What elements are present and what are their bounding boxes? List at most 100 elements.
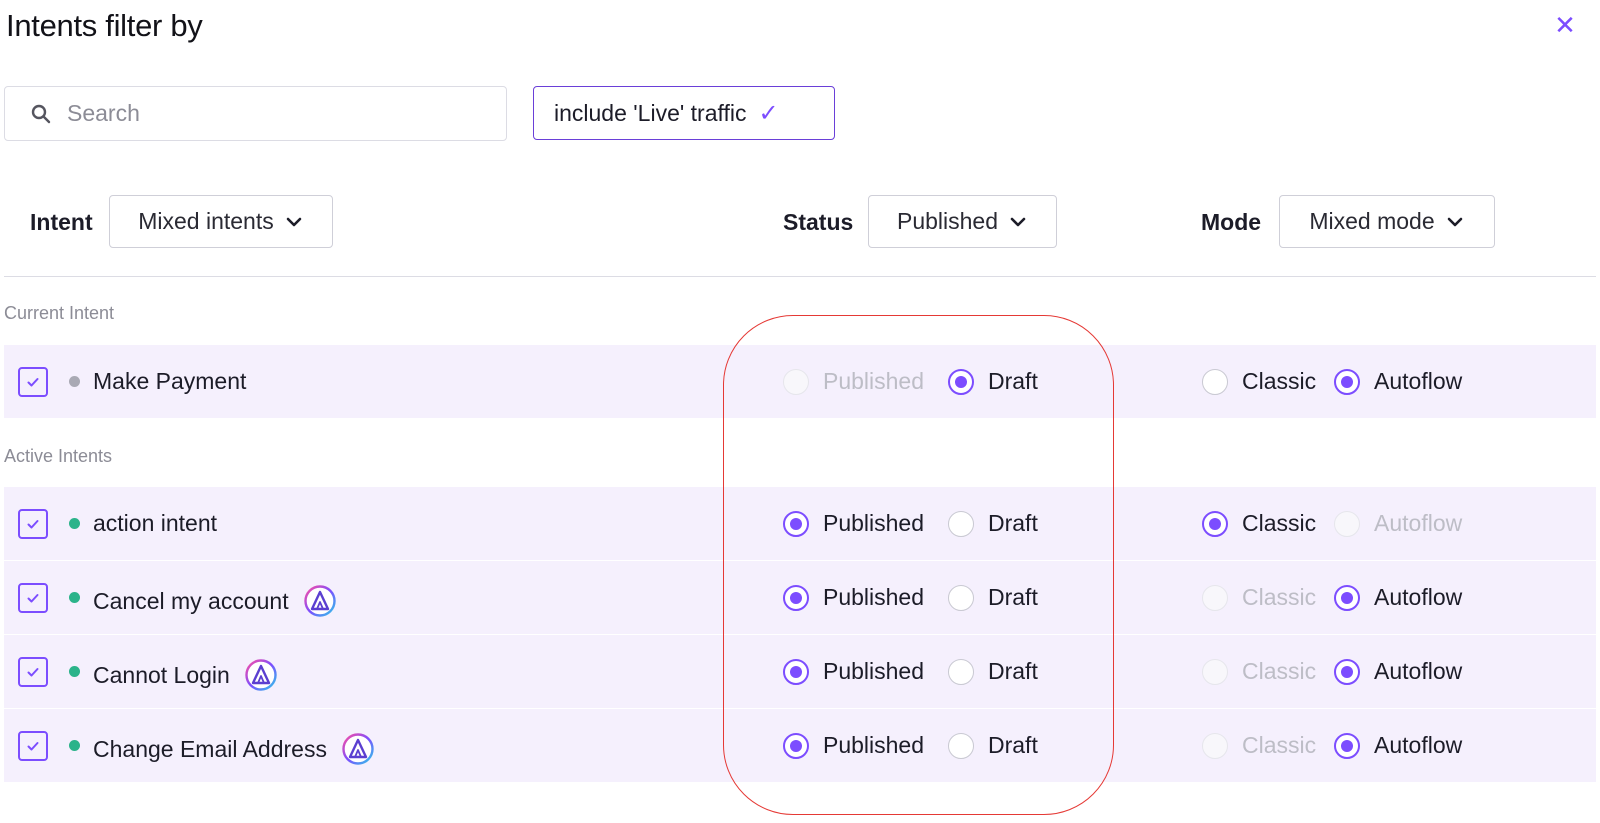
intent-name-wrap: Change Email Address (93, 732, 375, 766)
mode-option-label: Classic (1242, 658, 1317, 684)
mode-option-label: Classic (1242, 584, 1317, 610)
radio-circle (1202, 368, 1228, 395)
autoflow-icon (245, 659, 277, 691)
status-radio-draft[interactable]: Draft (948, 368, 1038, 395)
radio-circle (783, 368, 809, 395)
status-option-label: Draft (988, 584, 1038, 610)
mode-option-label: Autoflow (1374, 368, 1463, 394)
status-dot (69, 376, 80, 387)
radio-circle (1334, 584, 1360, 611)
status-option-label: Published (823, 584, 925, 610)
search-field[interactable] (4, 86, 507, 141)
radio-circle (948, 658, 974, 685)
intent-row: Cannot Login Published Draft Classic Aut… (4, 635, 1596, 708)
mode-radio-autoflow[interactable]: Autoflow (1334, 658, 1462, 685)
page-title: Intents filter by (6, 8, 203, 43)
mode-option-label: Classic (1242, 732, 1317, 758)
section-current-intent: Current Intent (4, 303, 115, 323)
status-filter-dropdown[interactable]: Published (868, 195, 1057, 248)
intent-row: action intent Published Draft Classic Au… (4, 487, 1596, 560)
status-radio-draft[interactable]: Draft (948, 658, 1038, 685)
status-filter-label: Status (783, 209, 854, 235)
search-input[interactable] (67, 100, 487, 127)
radio-circle (783, 732, 809, 759)
status-radio-published[interactable]: Published (783, 510, 924, 537)
intent-name-wrap: Make Payment (93, 368, 246, 395)
intent-checkbox[interactable] (18, 657, 48, 687)
radio-circle (783, 584, 809, 611)
mode-radio-classic: Classic (1202, 584, 1316, 611)
intent-checkbox[interactable] (18, 731, 48, 761)
mode-option-label: Classic (1242, 510, 1317, 536)
intent-name: Cancel my account (93, 587, 289, 614)
section-active-intents: Active Intents (4, 446, 113, 466)
mode-radio-classic: Classic (1202, 658, 1316, 685)
status-dot (69, 666, 80, 677)
status-radio-published[interactable]: Published (783, 658, 924, 685)
mode-radio-classic: Classic (1202, 732, 1316, 759)
check-icon (27, 378, 39, 387)
intent-name-wrap: action intent (93, 510, 217, 537)
status-radio-draft[interactable]: Draft (948, 584, 1038, 611)
mode-radio-autoflow[interactable]: Autoflow (1334, 732, 1462, 759)
mode-option-label: Autoflow (1374, 584, 1463, 610)
autoflow-icon (303, 585, 336, 617)
status-option-label: Draft (988, 368, 1038, 394)
intent-checkbox[interactable] (18, 583, 48, 613)
status-dot (69, 592, 80, 603)
autoflow-icon (342, 733, 374, 765)
filter-divider (4, 276, 1596, 277)
intent-name: Make Payment (93, 368, 247, 394)
radio-circle (783, 510, 809, 537)
status-filter-value: Published (896, 208, 999, 234)
checkmark-icon: ✓ (758, 99, 779, 127)
intent-name-wrap: Cancel my account (93, 584, 337, 618)
intent-row: Make Payment Published Draft Classic Aut… (4, 345, 1596, 418)
radio-circle (1334, 658, 1360, 685)
chevron-down-icon (286, 217, 302, 226)
mode-option-label: Classic (1242, 368, 1317, 394)
radio-circle (948, 368, 974, 395)
mode-filter-dropdown[interactable]: Mixed mode (1279, 195, 1495, 248)
status-option-label: Published (823, 658, 925, 684)
intent-checkbox[interactable] (18, 367, 48, 397)
intent-row: Cancel my account Published Draft Classi… (4, 561, 1596, 634)
radio-circle (1202, 732, 1228, 759)
close-icon[interactable]: ✕ (1552, 12, 1578, 38)
mode-radio-classic[interactable]: Classic (1202, 368, 1316, 395)
mode-filter-value: Mixed mode (1309, 208, 1435, 234)
status-radio-draft[interactable]: Draft (948, 732, 1038, 759)
radio-circle (948, 584, 974, 611)
intent-filter-dropdown[interactable]: Mixed intents (109, 195, 333, 248)
mode-radio-autoflow[interactable]: Autoflow (1334, 584, 1462, 611)
intent-name: Cannot Login (93, 661, 230, 688)
status-radio-published[interactable]: Published (783, 584, 924, 611)
radio-circle (1334, 732, 1360, 759)
mode-option-label: Autoflow (1374, 732, 1463, 758)
intent-name-wrap: Cannot Login (93, 658, 278, 692)
radio-circle (1202, 510, 1228, 537)
status-radio-published[interactable]: Published (783, 732, 924, 759)
radio-circle (783, 658, 809, 685)
mode-radio-autoflow: Autoflow (1334, 510, 1462, 537)
status-radio-draft[interactable]: Draft (948, 510, 1038, 537)
status-option-label: Published (823, 368, 925, 394)
mode-radio-autoflow[interactable]: Autoflow (1334, 368, 1462, 395)
mode-radio-classic[interactable]: Classic (1202, 510, 1316, 537)
intent-row: Change Email Address Published Draft Cla… (4, 709, 1596, 782)
include-live-traffic-toggle[interactable]: include 'Live' traffic ✓ (533, 86, 835, 140)
intent-filter-value: Mixed intents (138, 208, 274, 234)
status-dot (69, 518, 80, 529)
check-icon (27, 594, 39, 603)
mode-filter-label: Mode (1201, 209, 1262, 235)
intent-checkbox[interactable] (18, 509, 48, 539)
include-live-traffic-label: include 'Live' traffic (554, 99, 747, 126)
mode-option-label: Autoflow (1374, 510, 1463, 536)
status-radio-published: Published (783, 368, 924, 395)
status-option-label: Published (823, 510, 925, 536)
radio-circle (1334, 510, 1360, 537)
check-icon (27, 668, 39, 677)
status-option-label: Draft (988, 732, 1038, 758)
radio-circle (1334, 368, 1360, 395)
status-option-label: Draft (988, 510, 1038, 536)
